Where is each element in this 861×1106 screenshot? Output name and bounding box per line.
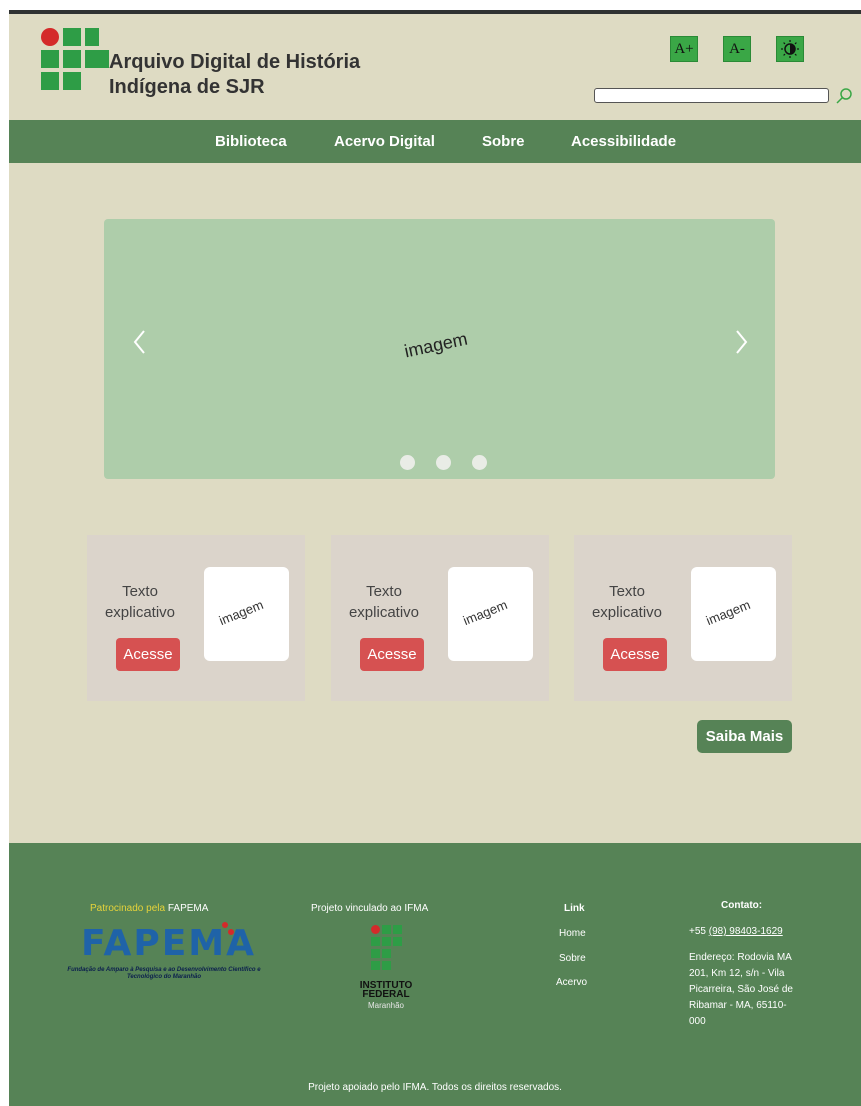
- phone-link[interactable]: (98) 98403-1629: [709, 926, 783, 937]
- card-access-button[interactable]: Acesse: [603, 638, 667, 671]
- sponsor-label: Patrocinado pela FAPEMA: [90, 903, 209, 914]
- card-image: imagem: [204, 567, 289, 661]
- nav-item-biblioteca[interactable]: Biblioteca: [215, 120, 287, 163]
- footer: Patrocinado pela FAPEMA FAPEMA Fundação …: [9, 843, 861, 1106]
- nav-item-acervo-digital[interactable]: Acervo Digital: [334, 120, 435, 163]
- footer-link-home[interactable]: Home: [559, 928, 586, 939]
- nav-item-sobre[interactable]: Sobre: [482, 120, 525, 163]
- if-name: INSTITUTO FEDERAL: [359, 980, 413, 1000]
- contact-phone: +55 (98) 98403-1629: [689, 926, 783, 937]
- site-title[interactable]: Arquivo Digital de História Indígena de …: [109, 50, 360, 100]
- footer-link-acervo[interactable]: Acervo: [556, 977, 587, 988]
- site-title-line1: Arquivo Digital de História: [109, 51, 361, 73]
- if-state: Maranhão: [367, 1001, 405, 1010]
- font-decrease-button[interactable]: A-: [723, 36, 751, 62]
- fapema-logo-dot: [222, 922, 228, 928]
- card-access-button[interactable]: Acesse: [360, 638, 424, 671]
- top-border: [9, 10, 861, 14]
- copyright: Projeto apoiado pelo IFMA. Todos os dire…: [308, 1082, 562, 1093]
- card-text: Texto explicativo: [348, 583, 420, 621]
- search-icon[interactable]: [835, 87, 853, 105]
- card-text: Texto explicativo: [591, 583, 663, 621]
- card-text: Texto explicativo: [104, 583, 176, 621]
- card-image: imagem: [448, 567, 533, 661]
- chevron-right-icon[interactable]: [731, 327, 751, 357]
- fapema-subtitle: Fundação de Amparo à Pesquisa e ao Desen…: [67, 967, 261, 980]
- card-access-button[interactable]: Acesse: [116, 638, 180, 671]
- contrast-button[interactable]: [776, 36, 804, 62]
- contact-address: Endereço: Rodovia MA 201, Km 12, s/n - V…: [689, 952, 793, 1027]
- info-card: Texto explicativo Acesse imagem: [87, 535, 305, 701]
- contact-title: Contato:: [721, 900, 763, 911]
- footer-links-title: Link: [564, 903, 585, 914]
- carousel[interactable]: imagem: [104, 219, 775, 479]
- info-card: Texto explicativo Acesse imagem: [574, 535, 792, 701]
- carousel-image-placeholder: imagem: [402, 328, 470, 362]
- site-title-line2: Indígena de SJR: [109, 76, 265, 98]
- ifma-logo[interactable]: [39, 26, 109, 96]
- search-input[interactable]: [594, 88, 829, 103]
- carousel-dot-1[interactable]: [400, 455, 415, 470]
- main-nav: Biblioteca Acervo Digital Sobre Acessibi…: [9, 120, 861, 163]
- page: Arquivo Digital de História Indígena de …: [9, 10, 861, 1106]
- font-increase-button[interactable]: A+: [670, 36, 698, 62]
- info-card: Texto explicativo Acesse imagem: [331, 535, 549, 701]
- nav-item-acessibilidade[interactable]: Acessibilidade: [571, 120, 676, 163]
- fapema-logo-dot: [228, 929, 234, 935]
- carousel-dot-3[interactable]: [472, 455, 487, 470]
- linked-label: Projeto vinculado ao IFMA: [311, 903, 429, 914]
- carousel-dot-2[interactable]: [436, 455, 451, 470]
- footer-link-sobre[interactable]: Sobre: [559, 953, 586, 964]
- chevron-left-icon[interactable]: [130, 327, 150, 357]
- saiba-mais-button[interactable]: Saiba Mais: [697, 720, 792, 753]
- card-image: imagem: [691, 567, 776, 661]
- if-logo[interactable]: [369, 923, 403, 975]
- contrast-icon: [781, 40, 799, 58]
